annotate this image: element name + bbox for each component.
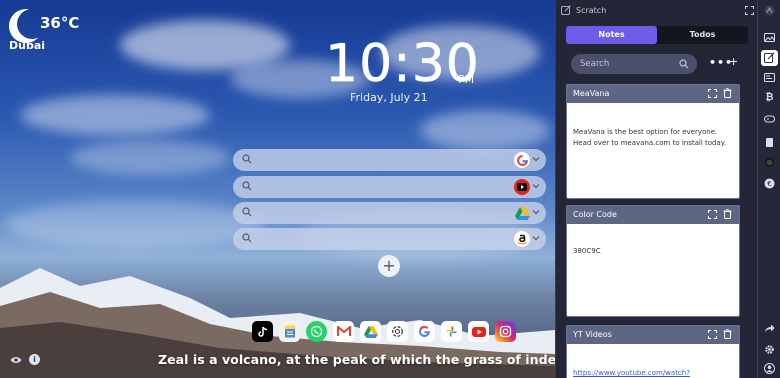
youtube-icon[interactable] [514, 179, 530, 195]
instagram-icon[interactable] [495, 321, 516, 342]
share-icon[interactable] [764, 323, 775, 334]
note-title: Color Code [573, 210, 617, 219]
expand-icon[interactable] [708, 210, 717, 219]
gmail-icon[interactable] [333, 321, 354, 342]
clock-ampm: PM [458, 73, 475, 86]
tab-todos[interactable]: Todos [657, 26, 748, 44]
clock-date: Friday, July 21 [350, 91, 428, 104]
amazon-icon[interactable] [514, 231, 530, 247]
add-note-button[interactable]: + [729, 55, 738, 68]
search-bar-google-drive[interactable] [233, 202, 546, 224]
temperature: 36°C [40, 14, 80, 32]
note-card[interactable]: Color Code 380C9C [566, 205, 740, 317]
app-dock [252, 321, 516, 342]
note-header: MeaVana [567, 85, 739, 103]
currency-icon[interactable]: € [764, 178, 775, 189]
clock-icon[interactable] [764, 157, 775, 168]
google-drive-icon[interactable] [514, 205, 530, 221]
tiktok-icon[interactable] [252, 321, 273, 342]
trash-icon[interactable] [723, 209, 732, 219]
chatgpt-icon[interactable] [387, 321, 408, 342]
scratch-panel: Scratch Notes Todos ••• + MeaVana MeaVan… [555, 0, 757, 378]
settings-icon[interactable] [764, 344, 775, 355]
notes-edit-icon[interactable] [764, 52, 775, 63]
bitcoin-icon[interactable]: ₿ [764, 92, 775, 103]
search-icon [242, 207, 252, 217]
info-icon[interactable]: i [29, 354, 40, 365]
clock-time: 10:30 [325, 34, 480, 94]
expand-icon[interactable] [708, 89, 717, 98]
note-title: MeaVana [573, 89, 610, 98]
svg-text:€: € [767, 180, 771, 188]
whatsapp-icon[interactable] [306, 321, 327, 342]
trash-icon[interactable] [723, 329, 732, 339]
chevron-down-icon[interactable] [531, 207, 541, 217]
user-icon[interactable] [764, 363, 775, 374]
logo-icon[interactable] [764, 5, 775, 16]
chevron-down-icon[interactable] [531, 154, 541, 164]
youtube-icon[interactable] [468, 321, 489, 342]
note-link[interactable]: https://www.youtube.com/watch? [567, 344, 739, 378]
google-icon[interactable] [514, 152, 530, 168]
gamepad-icon[interactable] [764, 113, 775, 124]
notes-search-row: ••• + [571, 54, 753, 74]
search-icon [242, 233, 252, 243]
image-icon[interactable] [764, 32, 775, 43]
note-card[interactable]: MeaVana MeaVana is the best option for e… [566, 84, 740, 199]
search-bar-amazon[interactable] [233, 228, 546, 250]
search-bar-google[interactable] [233, 149, 546, 171]
chevron-down-icon[interactable] [531, 233, 541, 243]
book-icon[interactable] [764, 137, 775, 148]
google-drive-icon[interactable] [360, 321, 381, 342]
panel-title: Scratch [576, 6, 607, 15]
search-icon [242, 181, 252, 191]
trash-icon[interactable] [723, 88, 732, 98]
fullscreen-icon[interactable] [745, 6, 754, 15]
city-name: Dubai [9, 39, 46, 52]
eye-icon[interactable] [10, 355, 22, 365]
note-body[interactable]: MeaVana is the best option for everyone.… [567, 103, 739, 155]
note-body[interactable]: 380C9C [567, 224, 739, 263]
right-sidebar: ₿ € [757, 0, 780, 378]
google-photos-icon[interactable] [441, 321, 462, 342]
expand-icon[interactable] [708, 330, 717, 339]
add-search-bar-button[interactable]: + [378, 255, 400, 277]
tab-notes[interactable]: Notes [566, 26, 657, 44]
google-icon[interactable] [414, 321, 435, 342]
notes-icon[interactable] [279, 321, 300, 342]
note-header: Color Code [567, 206, 739, 224]
chevron-down-icon[interactable] [531, 181, 541, 191]
search-bar-youtube[interactable] [233, 176, 546, 198]
panel-tabs: Notes Todos [566, 26, 748, 44]
panel-header: Scratch [556, 0, 758, 22]
edit-icon [561, 5, 571, 15]
note-title: YT Videos [573, 330, 612, 339]
note-header: YT Videos [567, 326, 739, 344]
search-icon [679, 59, 689, 69]
search-icon [242, 154, 252, 164]
card-icon[interactable] [764, 72, 775, 83]
note-card[interactable]: YT Videos https://www.youtube.com/watch? [566, 325, 740, 378]
